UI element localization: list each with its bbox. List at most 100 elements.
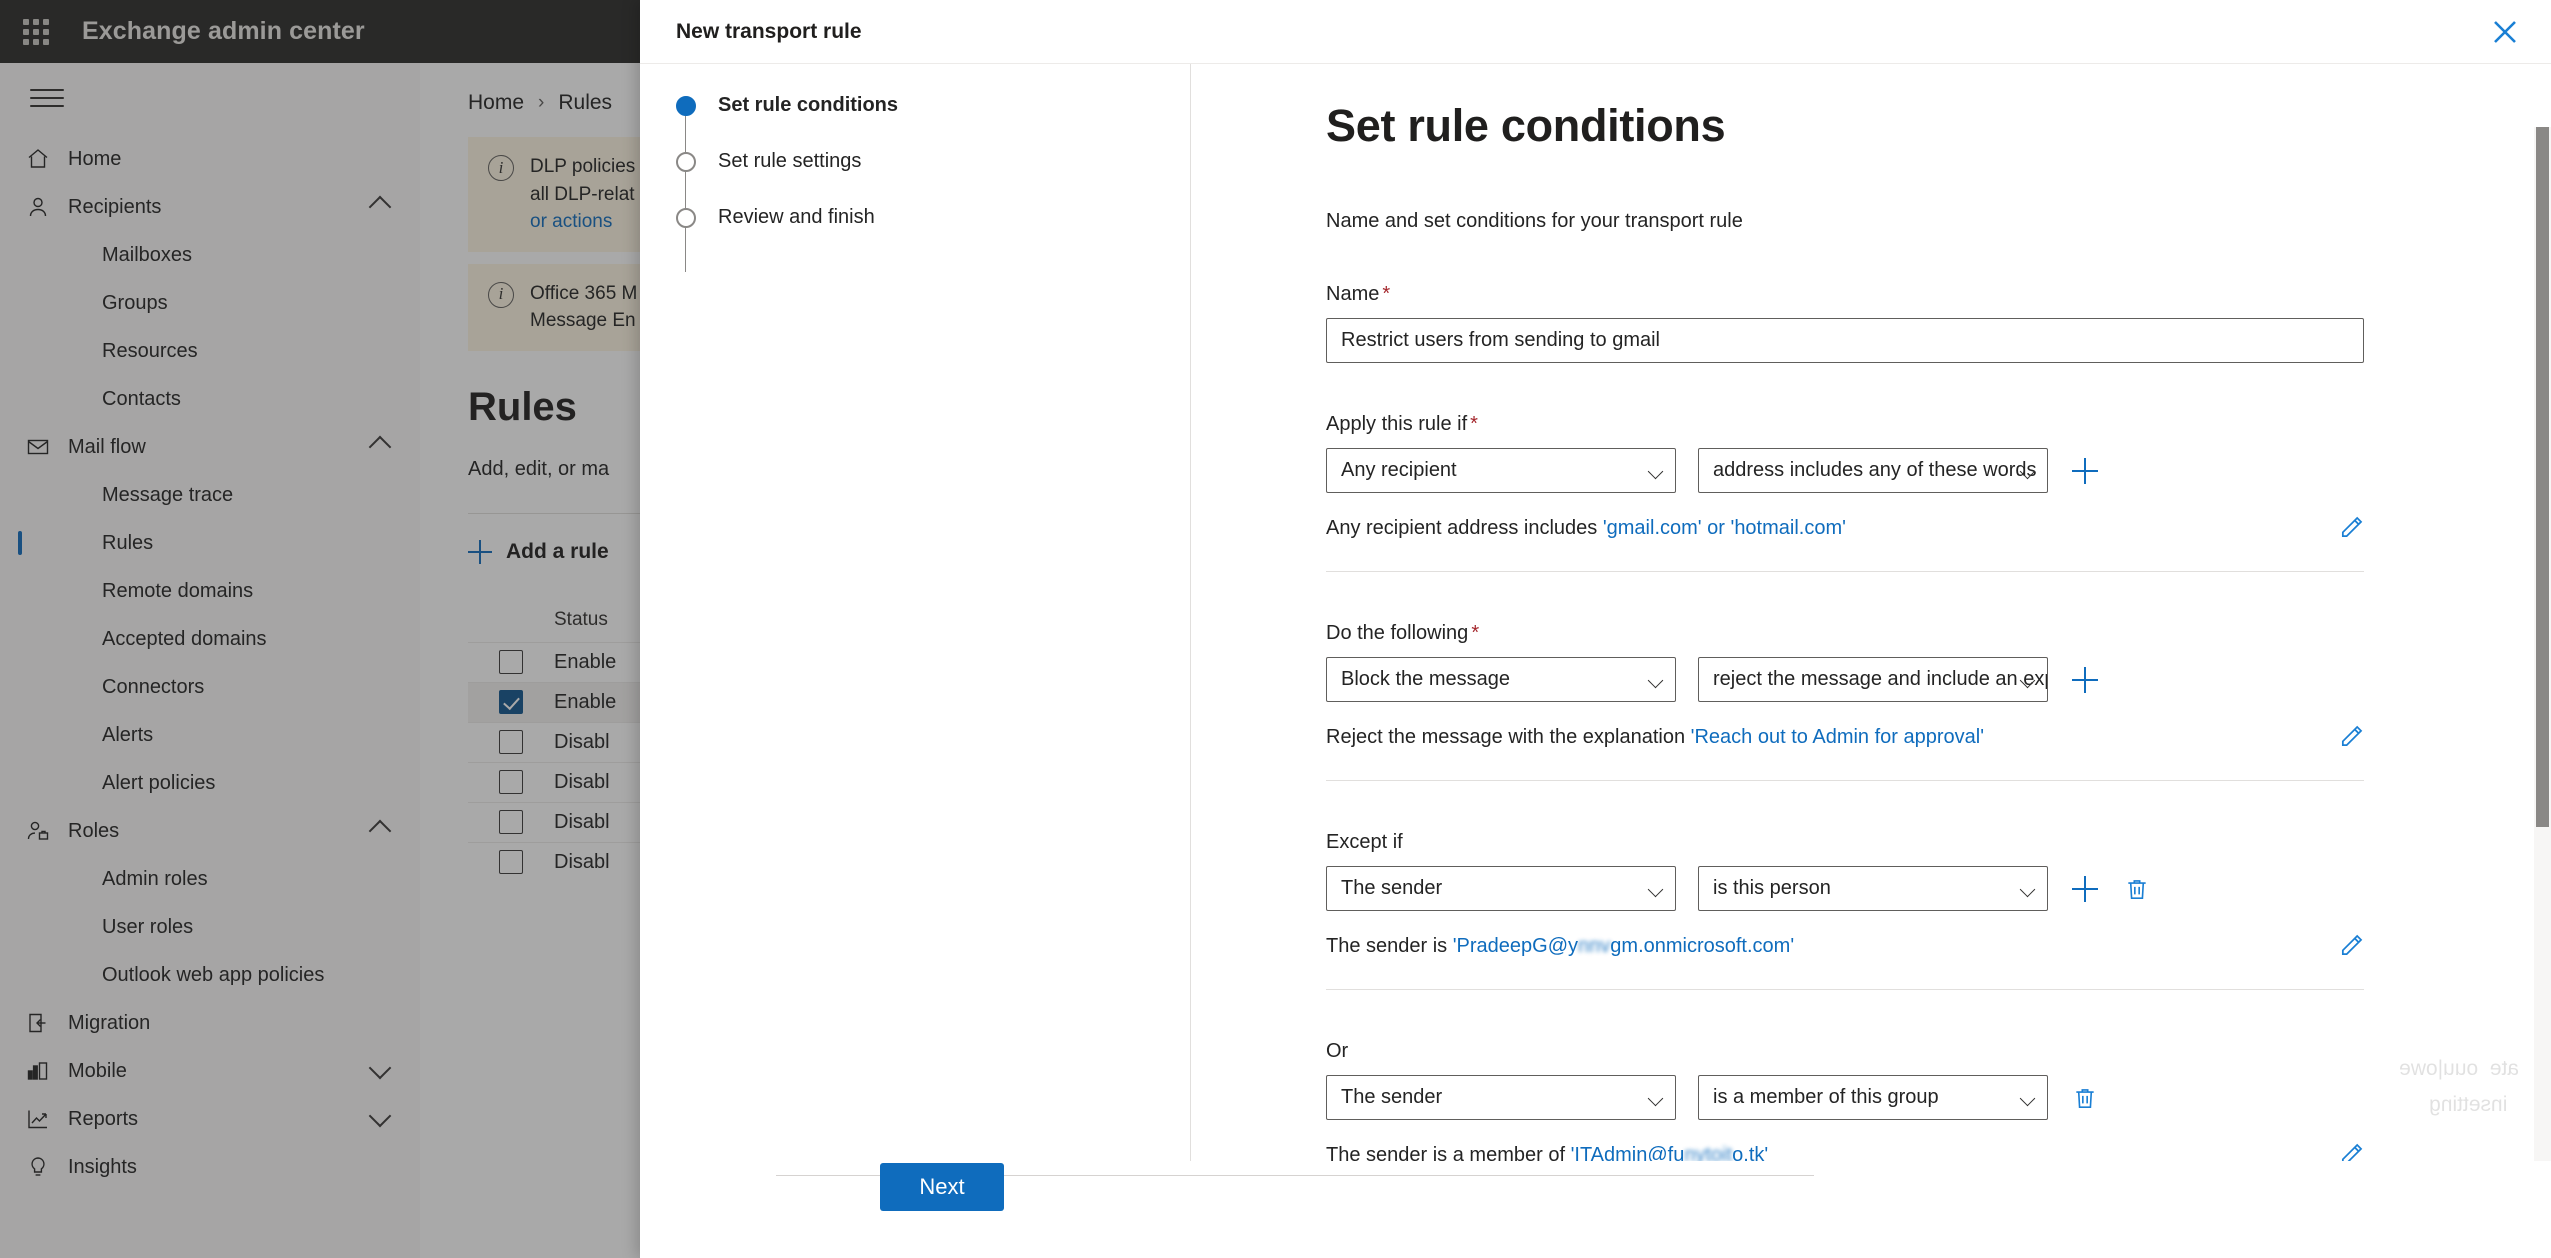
delete-condition-button[interactable] [2070,1083,2100,1113]
section-divider [1326,571,2364,572]
name-label-text: Name [1326,283,1380,305]
close-icon[interactable] [2483,10,2527,54]
summary-value[interactable]: 'gmail.com' or 'hotmail.com' [1603,517,1846,539]
section-controls: Any recipient address includes any of the… [1326,448,2431,493]
stepper-item-review-and-finish[interactable]: Review and finish [676,206,1190,262]
form-description: Name and set conditions for your transpo… [1326,210,1743,232]
dialog-footer: Next [640,1161,2551,1258]
summary-value[interactable]: 'Reach out to Admin for approval' [1691,726,1984,748]
step-label: Review and finish [718,206,875,228]
step-indicator-icon [676,96,696,116]
chevron-down-icon [1647,1090,1664,1107]
section-label-text: Do the following [1326,622,1469,644]
edit-condition-button[interactable] [2336,1140,2366,1161]
condition-summary-row: Reject the message with the explanation … [1326,722,2366,752]
add-condition-button[interactable] [2070,665,2100,695]
new-transport-rule-dialog: New transport rule Set rule conditions Se… [640,0,2551,1258]
form-heading: Set rule conditions [1326,100,1726,151]
condition-dropdown-primary[interactable]: The sender [1326,1075,1676,1120]
plus-icon [2072,875,2098,902]
condition-summary-row: The sender is a member of 'ITAdmin@funyt… [1326,1140,2366,1161]
dropdown-value: Block the message [1341,668,1510,690]
summary-prefix: Reject the message with the explanation [1326,725,1691,748]
condition-dropdown-primary[interactable]: Block the message [1326,657,1676,702]
section-label: Apply this rule if * [1326,413,2431,436]
condition-dropdown-secondary[interactable]: is this person [1698,866,2048,911]
form-pane: Set rule conditions Name and set conditi… [1190,64,2551,1161]
summary-value[interactable]: 'ITAdmin@fu [1571,1144,1685,1162]
section-label: Or [1326,1040,2431,1063]
edit-condition-button[interactable] [2336,931,2366,961]
chevron-down-icon [1647,881,1664,898]
condition-section: Apply this rule if * Any recipient address … [1326,413,2431,572]
section-label-text: Apply this rule if [1326,413,1468,435]
condition-section: Or The sender is a member of this group The… [1326,1040,2431,1161]
add-condition-button[interactable] [2070,874,2100,904]
edit-condition-button[interactable] [2336,722,2366,752]
step-label: Set rule settings [718,150,862,172]
dropdown-value: reject the message and include an exp... [1713,668,2048,690]
dialog-header: New transport rule [640,0,2551,63]
plus-icon [2072,666,2098,693]
wizard-stepper: Set rule conditions Set rule settings Revi… [640,64,1190,1161]
condition-dropdown-primary[interactable]: The sender [1326,866,1676,911]
name-label: Name * [1326,283,2431,306]
summary-suffix[interactable]: gm.onmicrosoft.com' [1610,935,1794,957]
edit-condition-button[interactable] [2336,513,2366,543]
chevron-down-icon [2019,1090,2036,1107]
condition-sections: Apply this rule if * Any recipient address … [1326,413,2431,1161]
section-label: Do the following * [1326,622,2431,645]
dropdown-value: The sender [1341,877,1443,899]
delete-condition-button[interactable] [2122,874,2152,904]
condition-summary-text: The sender is 'PradeepG@ynnvgm.onmicroso… [1326,935,2336,958]
section-label: Except if [1326,831,2431,854]
dropdown-value: is a member of this group [1713,1086,1939,1108]
summary-suffix[interactable]: o.tk' [1732,1144,1768,1162]
screen: Exchange admin center Home Recipients Mail… [0,0,2551,1258]
step-indicator-icon [676,152,696,172]
required-asterisk: * [1470,413,1478,435]
section-controls: Block the message reject the message and … [1326,657,2431,702]
add-condition-button[interactable] [2070,456,2100,486]
vertical-scrollbar[interactable] [2534,127,2551,1161]
summary-redacted: nnv [1578,934,1611,957]
dropdown-value: is this person [1713,877,1831,899]
section-controls: The sender is a member of this group [1326,1075,2431,1120]
summary-prefix: Any recipient address includes [1326,516,1603,539]
required-asterisk: * [1471,622,1480,644]
required-asterisk: * [1382,283,1391,305]
summary-prefix: The sender is [1326,934,1453,957]
section-label-text: Or [1326,1040,1349,1062]
step-label: Set rule conditions [718,94,899,116]
dialog-title: New transport rule [676,19,862,43]
condition-dropdown-primary[interactable]: Any recipient [1326,448,1676,493]
condition-summary-row: Any recipient address includes 'gmail.co… [1326,513,2366,543]
condition-summary-text: Reject the message with the explanation … [1326,726,2336,749]
condition-dropdown-secondary[interactable]: address includes any of these words [1698,448,2048,493]
dropdown-value: Any recipient [1341,459,1457,481]
condition-summary-text: The sender is a member of 'ITAdmin@funyt… [1326,1144,2336,1162]
next-button[interactable]: Next [880,1163,1004,1211]
condition-section: Do the following * Block the message reject… [1326,622,2431,781]
summary-prefix: The sender is a member of [1326,1143,1571,1162]
step-indicator-icon [676,208,696,228]
plus-icon [2072,457,2098,484]
condition-dropdown-secondary[interactable]: is a member of this group [1698,1075,2048,1120]
section-controls: The sender is this person [1326,866,2431,911]
chevron-down-icon [2019,881,2036,898]
stepper-item-set-rule-conditions[interactable]: Set rule conditions [676,94,1190,150]
dialog-body: Set rule conditions Set rule settings Revi… [640,63,2551,1161]
dropdown-value: The sender [1341,1086,1443,1108]
summary-value[interactable]: 'PradeepG@y [1453,935,1578,957]
condition-dropdown-secondary[interactable]: reject the message and include an exp... [1698,657,2048,702]
stepper-items: Set rule conditions Set rule settings Revi… [676,94,1190,262]
name-input[interactable] [1326,318,2364,363]
condition-section: Except if The sender is this person The sen… [1326,831,2431,990]
section-divider [1326,780,2364,781]
section-label-text: Except if [1326,831,1403,853]
scrollbar-thumb[interactable] [2536,127,2549,827]
stepper-item-set-rule-settings[interactable]: Set rule settings [676,150,1190,206]
dropdown-value: address includes any of these words [1713,459,2037,481]
condition-summary-text: Any recipient address includes 'gmail.co… [1326,517,2336,540]
chevron-down-icon [1647,463,1664,480]
